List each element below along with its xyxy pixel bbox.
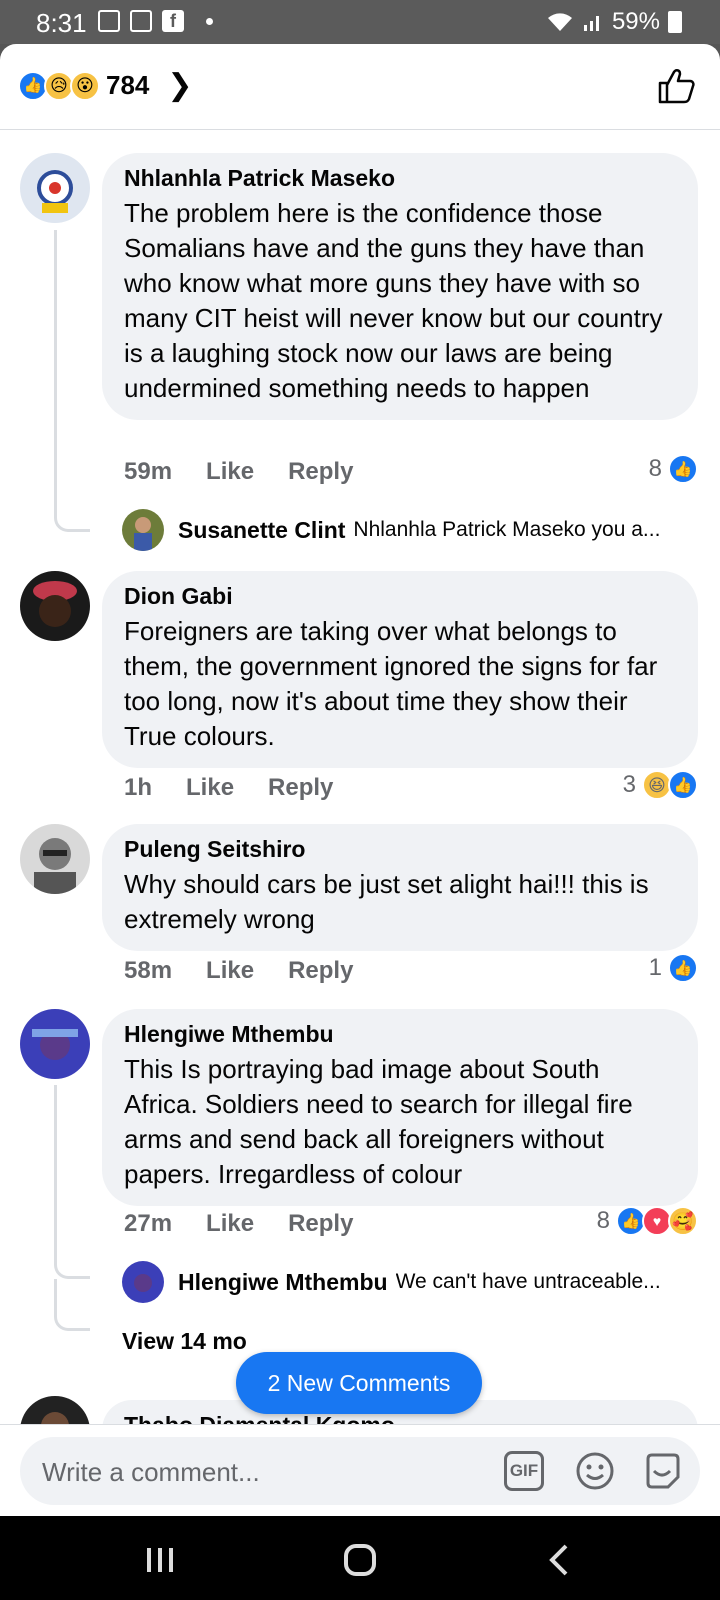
new-comments-button[interactable]: 2 New Comments <box>236 1352 482 1414</box>
reply-author[interactable]: Hlengiwe Mthembu <box>178 1269 388 1296</box>
comment-time: 27m <box>124 1210 173 1237</box>
reply-author[interactable]: Susanette Clint <box>178 517 345 544</box>
reply-snippet: Nhlanhla Patrick Maseko you a... <box>353 518 661 541</box>
battery-icon <box>668 11 682 33</box>
more-notifications-icon <box>206 17 213 25</box>
reply-thread-line <box>54 1279 90 1331</box>
comment-actions: 27m Like Reply <box>124 1210 353 1238</box>
view-more-replies-link[interactable]: View 14 mo <box>122 1328 247 1355</box>
battery-percent: 59% <box>611 8 660 35</box>
facebook-notification-icon: f <box>162 10 184 32</box>
news-notification-icon <box>130 10 152 32</box>
status-bar: 8:31 f 59% <box>0 0 720 44</box>
comment-text: The problem here is the confidence those… <box>124 198 663 403</box>
chevron-right-icon: ❯ <box>167 69 193 102</box>
like-link[interactable]: Like <box>206 458 254 486</box>
system-indicators: 59% <box>546 8 682 36</box>
comment-actions: 58m Like Reply <box>124 957 353 985</box>
comment-bubble[interactable]: Nhlanhla Patrick Maseko The problem here… <box>102 153 698 420</box>
comment-text: Why should cars be just set alight hai!!… <box>124 869 649 934</box>
like-button[interactable] <box>656 66 696 106</box>
comment-input-placeholder[interactable]: Write a comment... <box>42 1457 260 1488</box>
gallery-notification-icon <box>98 10 120 32</box>
avatar[interactable] <box>20 571 90 641</box>
comment-author[interactable]: Nhlanhla Patrick Maseko <box>124 165 676 192</box>
care-icon: 🥰 <box>668 1206 698 1236</box>
comment-reactions[interactable]: 3 😆 👍 <box>623 770 698 800</box>
system-nav-bar <box>0 1516 720 1600</box>
comment-reactions[interactable]: 8 👍 <box>649 454 698 484</box>
like-icon: 👍 <box>668 953 698 983</box>
gif-button[interactable]: GIF <box>504 1451 544 1491</box>
reaction-count: 3 <box>622 771 636 798</box>
reply-thread-line <box>54 230 90 532</box>
comments-sheet: 👍 😥 😮 784 ❯ Nhlanhla Patrick Maseko The … <box>0 44 720 1516</box>
comment-time: 1h <box>124 774 153 801</box>
comment-time: 58m <box>124 957 173 984</box>
avatar[interactable] <box>20 1396 90 1426</box>
comment-time: 59m <box>124 458 173 485</box>
reaction-summary[interactable]: 👍 😥 😮 784 ❯ <box>18 68 193 103</box>
comment-actions: 59m Like Reply <box>124 458 353 486</box>
comment-composer: Write a comment... GIF <box>0 1424 720 1516</box>
reply-snippet: We can't have untraceable... <box>395 1270 661 1293</box>
comment-reactions[interactable]: 1 👍 <box>649 953 698 983</box>
wifi-icon <box>547 13 572 31</box>
comment-text: Foreigners are taking over what belongs … <box>124 616 658 751</box>
back-button[interactable] <box>540 1540 580 1580</box>
comment-bubble[interactable]: Dion Gabi Foreigners are taking over wha… <box>102 571 698 768</box>
signal-icon <box>583 16 599 31</box>
reply-preview[interactable]: Susanette Clint Nhlanhla Patrick Maseko … <box>122 509 702 551</box>
reaction-count: 1 <box>648 954 662 981</box>
comment-reactions[interactable]: 8 👍 ♥ 🥰 <box>597 1206 698 1236</box>
wow-icon: 😮 <box>70 70 100 101</box>
status-time: 8:31 <box>36 8 87 38</box>
sticker-button[interactable] <box>642 1451 682 1491</box>
like-icon: 👍 <box>668 770 698 800</box>
avatar[interactable] <box>122 1261 164 1303</box>
comment-author[interactable]: Hlengiwe Mthembu <box>124 1021 676 1048</box>
like-icon: 👍 <box>668 454 698 484</box>
reply-link[interactable]: Reply <box>268 774 333 802</box>
reaction-count: 8 <box>648 455 662 482</box>
comment-author[interactable]: Puleng Seitshiro <box>124 836 676 863</box>
like-link[interactable]: Like <box>186 774 234 802</box>
like-link[interactable]: Like <box>206 1210 254 1238</box>
comment-actions: 1h Like Reply <box>124 774 333 802</box>
comment-bubble[interactable]: Puleng Seitshiro Why should cars be just… <box>102 824 698 951</box>
reactions-header: 👍 😥 😮 784 ❯ <box>0 44 720 130</box>
reply-preview[interactable]: Hlengiwe Mthembu We can't have untraceab… <box>122 1261 702 1303</box>
avatar[interactable] <box>20 824 90 894</box>
comment-author[interactable]: Dion Gabi <box>124 583 676 610</box>
emoji-button[interactable] <box>575 1451 615 1491</box>
reply-thread-line <box>54 1085 90 1279</box>
reaction-count: 8 <box>596 1207 610 1234</box>
comment-text: This Is portraying bad image about South… <box>124 1054 633 1189</box>
reply-link[interactable]: Reply <box>288 957 353 985</box>
reply-link[interactable]: Reply <box>288 458 353 486</box>
reaction-count: 784 <box>106 70 150 100</box>
reply-link[interactable]: Reply <box>288 1210 353 1238</box>
recent-apps-button[interactable] <box>140 1540 180 1580</box>
avatar[interactable] <box>20 1009 90 1079</box>
comment-bubble[interactable]: Hlengiwe Mthembu This Is portraying bad … <box>102 1009 698 1206</box>
notification-icons: f <box>98 10 213 32</box>
home-button[interactable] <box>340 1540 380 1580</box>
comment-input[interactable]: Write a comment... GIF <box>20 1437 700 1505</box>
avatar[interactable] <box>122 509 164 551</box>
like-link[interactable]: Like <box>206 957 254 985</box>
avatar[interactable] <box>20 153 90 223</box>
